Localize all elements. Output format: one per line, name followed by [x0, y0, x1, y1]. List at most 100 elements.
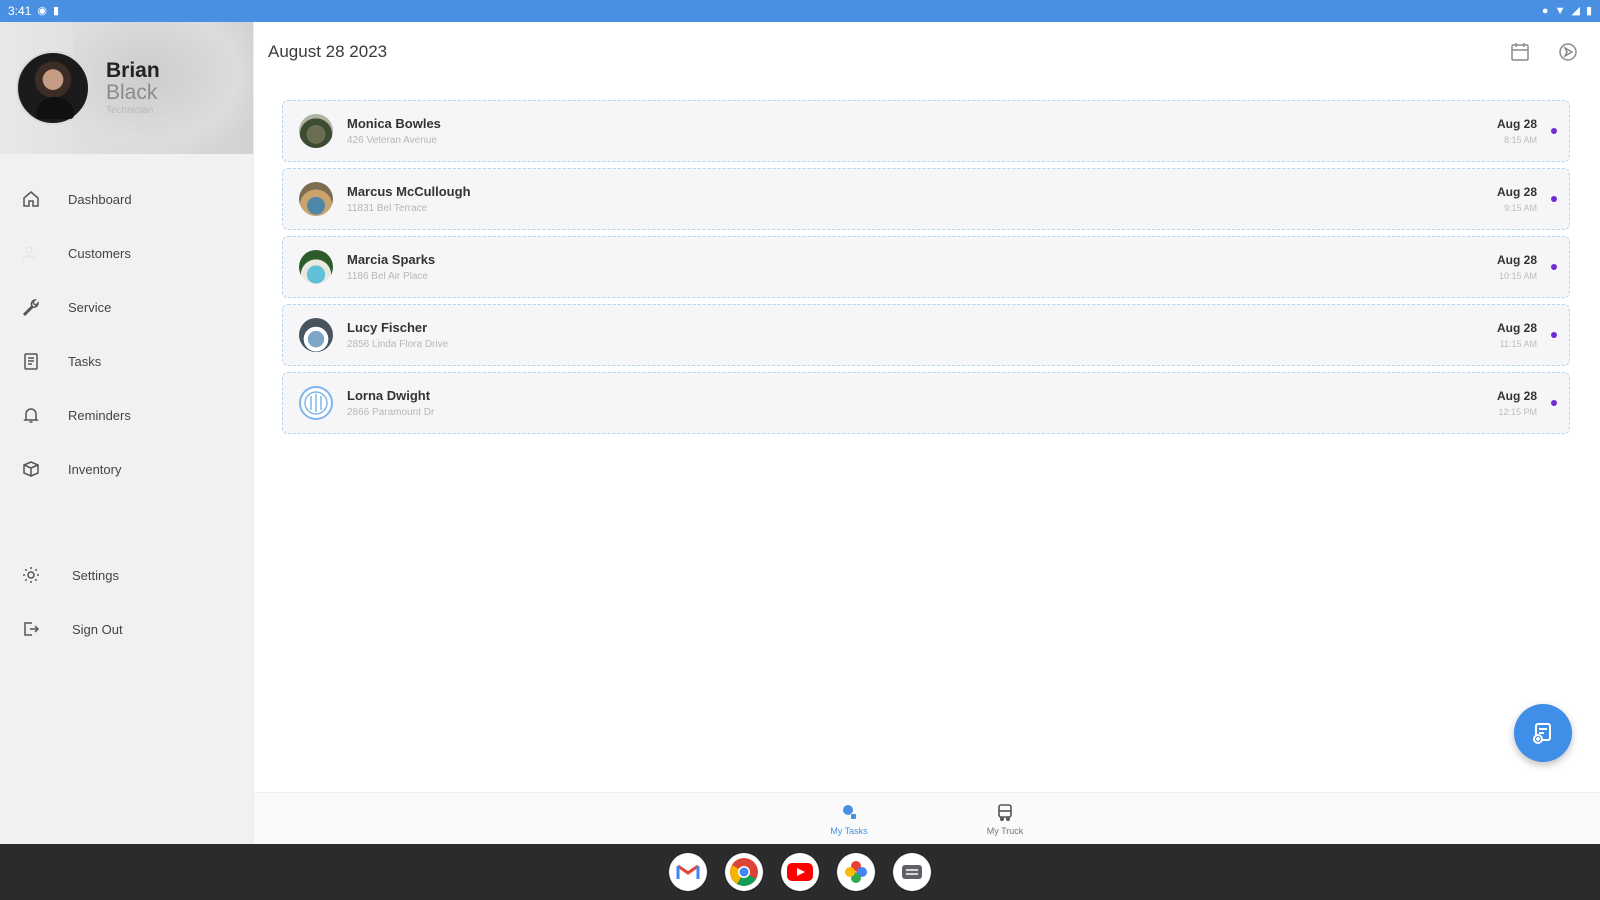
task-address: 1186 Bel Air Place [347, 271, 428, 282]
tab-label: My Truck [986, 825, 1024, 836]
task-address: 2866 Paramount Dr [347, 407, 435, 418]
task-card[interactable]: Lorna Dwight 2866 Paramount Dr Aug 28 12… [282, 372, 1570, 434]
pool-icon [304, 391, 328, 415]
task-info: Marcus McCullough 11831 Bel Terrace [347, 184, 1497, 214]
task-avatar [299, 114, 333, 148]
task-time: 12:15 PM [1498, 407, 1537, 417]
box-icon [20, 458, 42, 480]
tab-label: My Tasks [830, 825, 868, 836]
navigation-icon[interactable] [1556, 40, 1580, 64]
task-date: Aug 28 [1496, 117, 1537, 131]
status-right: ● ▼ ◢ ▮ [1541, 4, 1592, 17]
status-location-icon: ● [1541, 4, 1549, 17]
task-time: 11:15 AM [1499, 339, 1537, 349]
nav-spacer [0, 496, 253, 548]
sign-out-icon [20, 618, 42, 640]
bottom-tab-bar: My Tasks My Truck [254, 792, 1600, 844]
task-info: Marcia Sparks 1186 Bel Air Place [347, 252, 1497, 282]
task-when: Aug 28 11:15 AM [1497, 321, 1537, 349]
youtube-icon[interactable] [781, 853, 819, 891]
task-customer-name: Marcia Sparks [347, 252, 436, 267]
status-dot [1551, 128, 1557, 134]
photos-icon[interactable] [837, 853, 875, 891]
status-dot [1551, 400, 1557, 406]
gear-icon [20, 564, 42, 586]
status-left: 3:41 ◉ ▮ [8, 4, 59, 18]
truck-icon [995, 802, 1015, 822]
signal-icon: ◢ [1571, 4, 1580, 17]
task-info: Monica Bowles 426 Veteran Avenue [347, 116, 1497, 146]
sidebar-item-inventory[interactable]: Inventory [0, 442, 253, 496]
sidebar-item-label: Inventory [68, 461, 122, 477]
task-when: Aug 28 10:15 AM [1497, 253, 1537, 281]
status-sim-icon: ▮ [52, 4, 60, 17]
task-time: 8:15 AM [1503, 135, 1537, 145]
task-date: Aug 28 [1496, 389, 1537, 403]
sidebar-item-label: Service [68, 299, 112, 315]
task-when: Aug 28 12:15 PM [1497, 389, 1537, 417]
task-date: Aug 28 [1496, 185, 1537, 199]
wifi-icon: ▼ [1554, 4, 1566, 17]
chrome-icon[interactable] [725, 853, 763, 891]
sidebar-item-sign-out[interactable]: Sign Out [0, 602, 253, 656]
add-task-fab[interactable] [1514, 704, 1572, 762]
profile-first-name: Brian [106, 58, 160, 82]
sidebar-item-label: Dashboard [68, 191, 132, 207]
sidebar-item-label: Sign Out [72, 621, 123, 637]
sidebar-item-label: Tasks [68, 353, 102, 369]
task-when: Aug 28 9:15 AM [1497, 185, 1537, 213]
task-address: 426 Veteran Avenue [347, 135, 437, 146]
calendar-icon[interactable] [1508, 40, 1532, 64]
task-customer-name: Lorna Dwight [347, 388, 431, 403]
bell-icon [20, 404, 42, 426]
task-time: 9:15 AM [1503, 203, 1537, 213]
messages-icon[interactable] [893, 853, 931, 891]
sidebar-item-dashboard[interactable]: Dashboard [0, 172, 253, 226]
sidebar-item-customers[interactable]: Customers [0, 226, 253, 280]
gmail-icon[interactable] [669, 853, 707, 891]
battery-icon: ▮ [1585, 4, 1592, 17]
task-when: Aug 28 8:15 AM [1497, 117, 1537, 145]
status-notification-icon: ◉ [37, 4, 47, 17]
header-actions [1508, 40, 1580, 64]
customers-icon [20, 242, 42, 264]
task-card[interactable]: Lucy Fischer 2856 Linda Flora Drive Aug … [282, 304, 1570, 366]
sidebar-item-settings[interactable]: Settings [0, 548, 253, 602]
home-icon [20, 188, 42, 210]
wrench-icon [20, 296, 42, 318]
profile-role: Technician [106, 104, 154, 116]
task-info: Lorna Dwight 2866 Paramount Dr [347, 388, 1497, 418]
status-time: 3:41 [8, 4, 32, 18]
page-title: August 28 2023 [268, 42, 388, 61]
main-content: August 28 2023 Monica Bowles 426 Veteran… [254, 22, 1600, 792]
app-dock [0, 844, 1600, 900]
task-card[interactable]: Marcus McCullough 11831 Bel Terrace Aug … [282, 168, 1570, 230]
task-date: Aug 28 [1496, 321, 1537, 335]
profile-background [73, 22, 253, 154]
status-dot [1551, 332, 1557, 338]
task-avatar [299, 386, 333, 420]
task-info: Lucy Fischer 2856 Linda Flora Drive [347, 320, 1497, 350]
task-customer-name: Monica Bowles [347, 116, 441, 131]
task-avatar [299, 318, 333, 352]
tasks-tab-icon [839, 802, 859, 822]
tab-my-truck[interactable]: My Truck [963, 793, 1047, 844]
task-time: 10:15 AM [1498, 271, 1537, 281]
task-card[interactable]: Marcia Sparks 1186 Bel Air Place Aug 28 … [282, 236, 1570, 298]
tab-my-tasks[interactable]: My Tasks [807, 793, 891, 844]
task-card[interactable]: Monica Bowles 426 Veteran Avenue Aug 28 … [282, 100, 1570, 162]
task-customer-name: Marcus McCullough [347, 184, 471, 199]
task-address: 2856 Linda Flora Drive [347, 339, 449, 350]
sidebar-item-label: Reminders [68, 407, 131, 423]
status-dot [1551, 264, 1557, 270]
task-address: 11831 Bel Terrace [347, 203, 428, 214]
sidebar-item-tasks[interactable]: Tasks [0, 334, 253, 388]
task-date: Aug 28 [1496, 253, 1537, 267]
task-customer-name: Lucy Fischer [347, 320, 428, 335]
sidebar-item-service[interactable]: Service [0, 280, 253, 334]
sidebar-item-label: Settings [72, 567, 119, 583]
avatar[interactable] [16, 51, 90, 125]
sidebar-item-reminders[interactable]: Reminders [0, 388, 253, 442]
profile-last-name: Black [106, 80, 158, 104]
profile-text: Brian Black Technician [106, 58, 160, 117]
